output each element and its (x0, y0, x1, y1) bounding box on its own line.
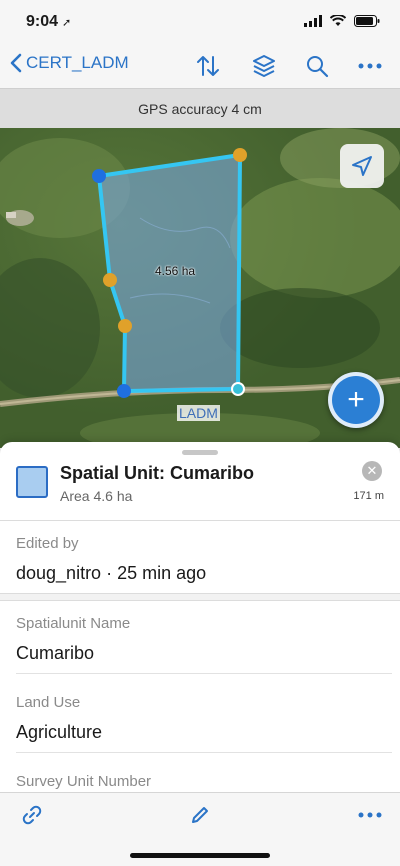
cellular-signal-icon (304, 15, 322, 27)
distance-readout: 171 m (353, 490, 384, 502)
add-feature-button[interactable]: + (328, 372, 384, 428)
divider (16, 673, 392, 674)
status-time: 9:04 ➚ (26, 13, 71, 31)
link-icon[interactable] (18, 801, 46, 829)
feature-title: Spatial Unit: Cumaribo (60, 463, 255, 483)
feature-detail-sheet: Spatial Unit: Cumaribo Area 4.6 ha ✕ 171… (0, 442, 400, 792)
polygon-feature-icon (16, 466, 48, 498)
gps-accuracy-bar: GPS accuracy 4 cm (0, 88, 400, 128)
close-icon: ✕ (366, 463, 378, 478)
field-label: Survey Unit Number (16, 773, 152, 790)
sort-icon[interactable] (194, 52, 222, 80)
back-button[interactable]: CERT_LADM (10, 53, 129, 73)
plus-icon: + (347, 383, 365, 416)
field-label: Spatialunit Name (16, 615, 131, 632)
field-label: Land Use (16, 694, 81, 711)
vertex-handle-selected[interactable] (231, 382, 245, 396)
feature-label: LADM (177, 405, 220, 421)
more-icon[interactable] (356, 801, 384, 829)
vertex-handle[interactable] (118, 319, 132, 333)
divider (0, 520, 400, 521)
search-icon[interactable] (303, 52, 331, 80)
wifi-icon (330, 15, 346, 26)
gps-accuracy-text: GPS accuracy 4 cm (138, 100, 262, 117)
close-button[interactable]: ✕ (362, 461, 382, 481)
back-button-label: CERT_LADM (26, 53, 129, 72)
edit-pencil-icon[interactable] (186, 801, 214, 829)
clock-text: 9:04 (26, 13, 59, 30)
vertex-handle[interactable] (92, 169, 106, 183)
field-value: Cumaribo (16, 643, 95, 663)
home-indicator (130, 853, 270, 858)
vertex-handle[interactable] (117, 384, 131, 398)
battery-icon (354, 15, 380, 27)
status-bar: 9:04 ➚ (0, 0, 400, 44)
divider (16, 752, 392, 753)
edited-by-label: Edited by (16, 535, 79, 552)
navigation-arrow-icon (352, 156, 372, 176)
section-separator (0, 593, 400, 601)
locate-button[interactable] (340, 144, 384, 188)
edited-by-value: doug_nitro · 25 min ago (16, 563, 207, 583)
field-value: Agriculture (16, 722, 103, 742)
vertex-handle[interactable] (103, 273, 117, 287)
chevron-left-icon (10, 53, 22, 73)
feature-area: Area 4.6 ha (60, 488, 133, 504)
map-view[interactable]: 4.56 ha LADM + (0, 128, 400, 448)
navigation-bar: CERT_LADM (0, 44, 400, 88)
vertex-handle[interactable] (233, 148, 247, 162)
more-icon[interactable] (356, 52, 384, 80)
status-icons (304, 15, 380, 27)
layers-icon[interactable] (250, 52, 278, 80)
sheet-grabber[interactable] (182, 450, 218, 455)
location-arrow-icon: ➚ (62, 17, 72, 29)
area-label: 4.56 ha (155, 264, 196, 278)
sheet-header: Spatial Unit: Cumaribo Area 4.6 ha ✕ 171… (0, 456, 400, 520)
bottom-toolbar (0, 792, 400, 866)
